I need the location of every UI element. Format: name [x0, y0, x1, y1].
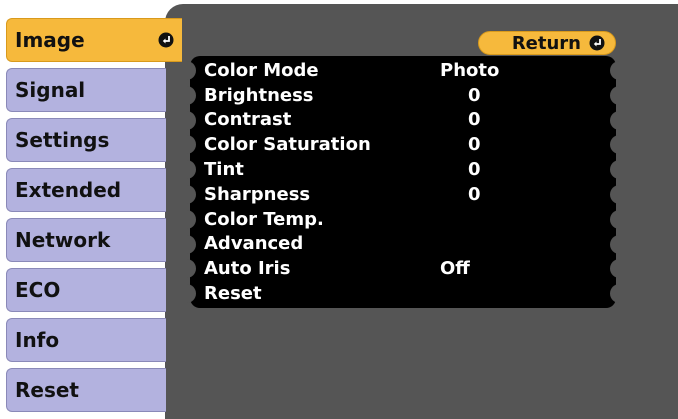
menu-item-label: Sharpness [204, 183, 311, 205]
tab-signal[interactable]: Signal [6, 68, 166, 112]
tab-image[interactable]: Image [6, 18, 182, 62]
menu-item-value: Off [440, 258, 470, 280]
menu-item-reset[interactable]: Reset [186, 281, 620, 306]
tab-reset[interactable]: Reset [6, 368, 166, 412]
menu-item-value: 0 [468, 159, 481, 181]
tab-list: Image Signal Settings Extended Network E… [6, 18, 182, 418]
menu-item-label: Color Temp. [204, 208, 324, 230]
tab-label: Image [15, 28, 85, 52]
menu-item-label: Advanced [204, 233, 304, 255]
menu-item-auto-iris[interactable]: Auto Iris Off [186, 256, 620, 281]
tab-extended[interactable]: Extended [6, 168, 166, 212]
tab-label: Reset [15, 378, 79, 402]
tab-label: Info [15, 328, 60, 352]
tab-label: Extended [15, 178, 122, 202]
image-settings-list: Color Mode Photo Brightness 0 Contrast 0… [186, 56, 620, 308]
menu-item-brightness[interactable]: Brightness 0 [186, 83, 620, 108]
menu-item-sharpness[interactable]: Sharpness 0 [186, 182, 620, 207]
menu-item-value: 0 [468, 109, 481, 131]
tab-label: ECO [15, 278, 61, 302]
menu-item-label: Auto Iris [204, 258, 291, 280]
return-button[interactable]: Return [478, 31, 616, 55]
tab-label: Signal [15, 78, 86, 102]
tab-eco[interactable]: ECO [6, 268, 166, 312]
menu-item-color-mode[interactable]: Color Mode Photo [186, 58, 620, 83]
tab-info[interactable]: Info [6, 318, 166, 362]
menu-item-label: Contrast [204, 109, 292, 131]
tab-network[interactable]: Network [6, 218, 166, 262]
menu-item-label: Brightness [204, 84, 314, 106]
menu-item-value: 0 [468, 84, 481, 106]
enter-icon [589, 35, 605, 51]
menu-item-tint[interactable]: Tint 0 [186, 157, 620, 182]
menu-item-value: Photo [440, 59, 500, 81]
tab-settings[interactable]: Settings [6, 118, 166, 162]
menu-item-advanced[interactable]: Advanced [186, 232, 620, 257]
menu-item-contrast[interactable]: Contrast 0 [186, 108, 620, 133]
menu-item-value: 0 [468, 183, 481, 205]
enter-icon [158, 32, 174, 48]
menu-item-label: Color Saturation [204, 134, 371, 156]
menu-item-label: Color Mode [204, 59, 319, 81]
tab-label: Network [15, 228, 111, 252]
tab-label: Settings [15, 128, 110, 152]
menu-item-label: Reset [204, 283, 262, 305]
return-label: Return [511, 32, 581, 54]
menu-item-label: Tint [204, 159, 244, 181]
menu-item-value: 0 [468, 134, 481, 156]
menu-item-color-saturation[interactable]: Color Saturation 0 [186, 132, 620, 157]
menu-item-color-temp[interactable]: Color Temp. [186, 207, 620, 232]
